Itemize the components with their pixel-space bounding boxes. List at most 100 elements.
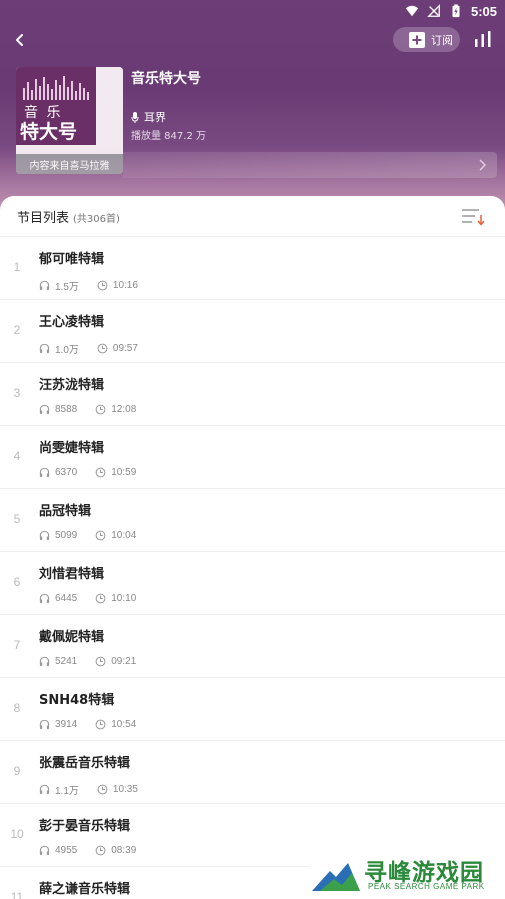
duration-item: 10:04 [95,530,136,541]
track-index: 10 [10,827,24,841]
headphones-icon [39,719,50,730]
track-row[interactable]: 5 品冠特辑 5099 10:04 [0,489,505,552]
track-plays: 6445 [55,593,78,604]
clock-icon [95,404,106,415]
track-duration: 10:54 [111,719,137,730]
track-duration: 10:59 [111,467,137,478]
track-index: 9 [13,764,21,778]
back-button[interactable] [8,28,32,52]
track-index: 6 [13,575,21,589]
play-count-item: 1.0万 [39,341,79,356]
track-plays: 5241 [55,656,78,667]
play-count-item: 6370 [39,467,77,478]
track-row[interactable]: 6 刘惜君特辑 6445 10:10 [0,552,505,615]
chevron-left-icon [16,34,23,46]
duration-item: 10:16 [97,280,138,291]
track-duration: 10:35 [112,784,138,795]
clock-icon [95,845,106,856]
duration-item: 09:57 [97,343,138,354]
play-count-item: 5241 [39,656,77,667]
status-bar: 5:05 [0,0,505,22]
play-count-item: 4955 [39,845,77,856]
track-plays: 4955 [55,845,78,856]
headphones-icon [39,845,50,856]
track-plays: 3914 [55,719,78,730]
track-row[interactable]: 2 王心凌特辑 1.0万 09:57 [0,300,505,363]
list-header: 节目列表 (共306首) [0,196,505,237]
headphones-icon [39,404,50,415]
duration-item: 10:35 [97,784,138,795]
track-plays: 1.0万 [55,345,79,356]
album-title: 音乐特大号 [131,71,201,87]
track-row[interactable]: 1 郁可唯特辑 1.5万 10:16 [0,237,505,300]
mountain-logo-icon [312,863,360,891]
duration-item: 10:54 [95,719,136,730]
track-title: 王心凌特辑 [39,315,105,330]
clock-icon [95,656,106,667]
headphones-icon [39,593,50,604]
album-header: 5:05 订阅 音 乐 特大号 内容来自喜马拉雅 音乐特大号 耳界 播放量 84… [0,0,505,215]
headphones-icon [39,530,50,541]
track-row[interactable]: 4 尚雯婕特辑 6370 10:59 [0,426,505,489]
clock-icon [97,784,108,795]
track-meta: 1.1万 10:35 [39,782,156,797]
track-index: 11 [10,890,24,899]
duration-item: 10:59 [95,467,136,478]
track-row[interactable]: 9 张震岳音乐特辑 1.1万 10:35 [0,741,505,804]
track-duration: 09:21 [111,656,137,667]
play-count-item: 1.1万 [39,782,79,797]
cover-art: 音 乐 特大号 [16,67,96,145]
track-title: 郁可唯特辑 [39,252,105,267]
album-cover[interactable]: 音 乐 特大号 内容来自喜马拉雅 [16,67,123,174]
subscribe-label: 订阅 [431,34,453,47]
clock-icon [95,593,106,604]
sort-list-icon[interactable] [461,207,485,227]
track-index: 3 [13,386,21,400]
headphones-icon [39,656,50,667]
microphone-icon [131,111,139,123]
track-meta: 6370 10:59 [39,467,154,478]
headphones-icon [39,467,50,478]
track-meta: 6445 10:10 [39,593,154,604]
track-meta: 8588 12:08 [39,404,154,415]
track-title: 薛之谦音乐特辑 [39,882,131,897]
headphones-icon [39,280,50,291]
track-index: 8 [13,701,21,715]
duration-item: 09:21 [95,656,136,667]
signal-off-icon [427,4,440,17]
track-row[interactable]: 3 汪苏泷特辑 8588 12:08 [0,363,505,426]
subscribe-button[interactable]: 订阅 [393,27,460,52]
track-index: 1 [13,260,21,274]
chevron-right-icon [479,159,486,171]
track-title: 品冠特辑 [39,504,92,519]
duration-item: 08:39 [95,845,136,856]
source-link[interactable] [123,152,497,178]
track-row[interactable]: 8 SNH48特辑 3914 10:54 [0,678,505,741]
play-count-item: 5099 [39,530,77,541]
host-row[interactable]: 耳界 [131,109,166,125]
track-title: 戴佩妮特辑 [39,630,105,645]
track-plays: 6370 [55,467,78,478]
track-duration: 10:04 [111,530,137,541]
track-row[interactable]: 7 戴佩妮特辑 5241 09:21 [0,615,505,678]
add-box-icon [409,31,425,48]
clock-icon [95,467,106,478]
play-count-item: 1.5万 [39,278,79,293]
track-plays: 1.1万 [55,786,79,797]
track-plays: 5099 [55,530,78,541]
track-duration: 10:10 [111,593,137,604]
track-plays: 8588 [55,404,78,415]
track-index: 5 [13,512,21,526]
track-duration: 12:08 [111,404,137,415]
play-count-item: 8588 [39,404,77,415]
track-meta: 1.0万 09:57 [39,341,156,356]
track-index: 2 [13,323,21,337]
stats-button[interactable] [473,29,493,49]
cover-caption: 内容来自喜马拉雅 [16,154,123,174]
equalizer-graphic [23,76,89,100]
clock-icon [97,343,108,354]
track-title: 彭于晏音乐特辑 [39,819,131,834]
track-title: 尚雯婕特辑 [39,441,105,456]
track-title: 张震岳音乐特辑 [39,756,131,771]
duration-item: 12:08 [95,404,136,415]
